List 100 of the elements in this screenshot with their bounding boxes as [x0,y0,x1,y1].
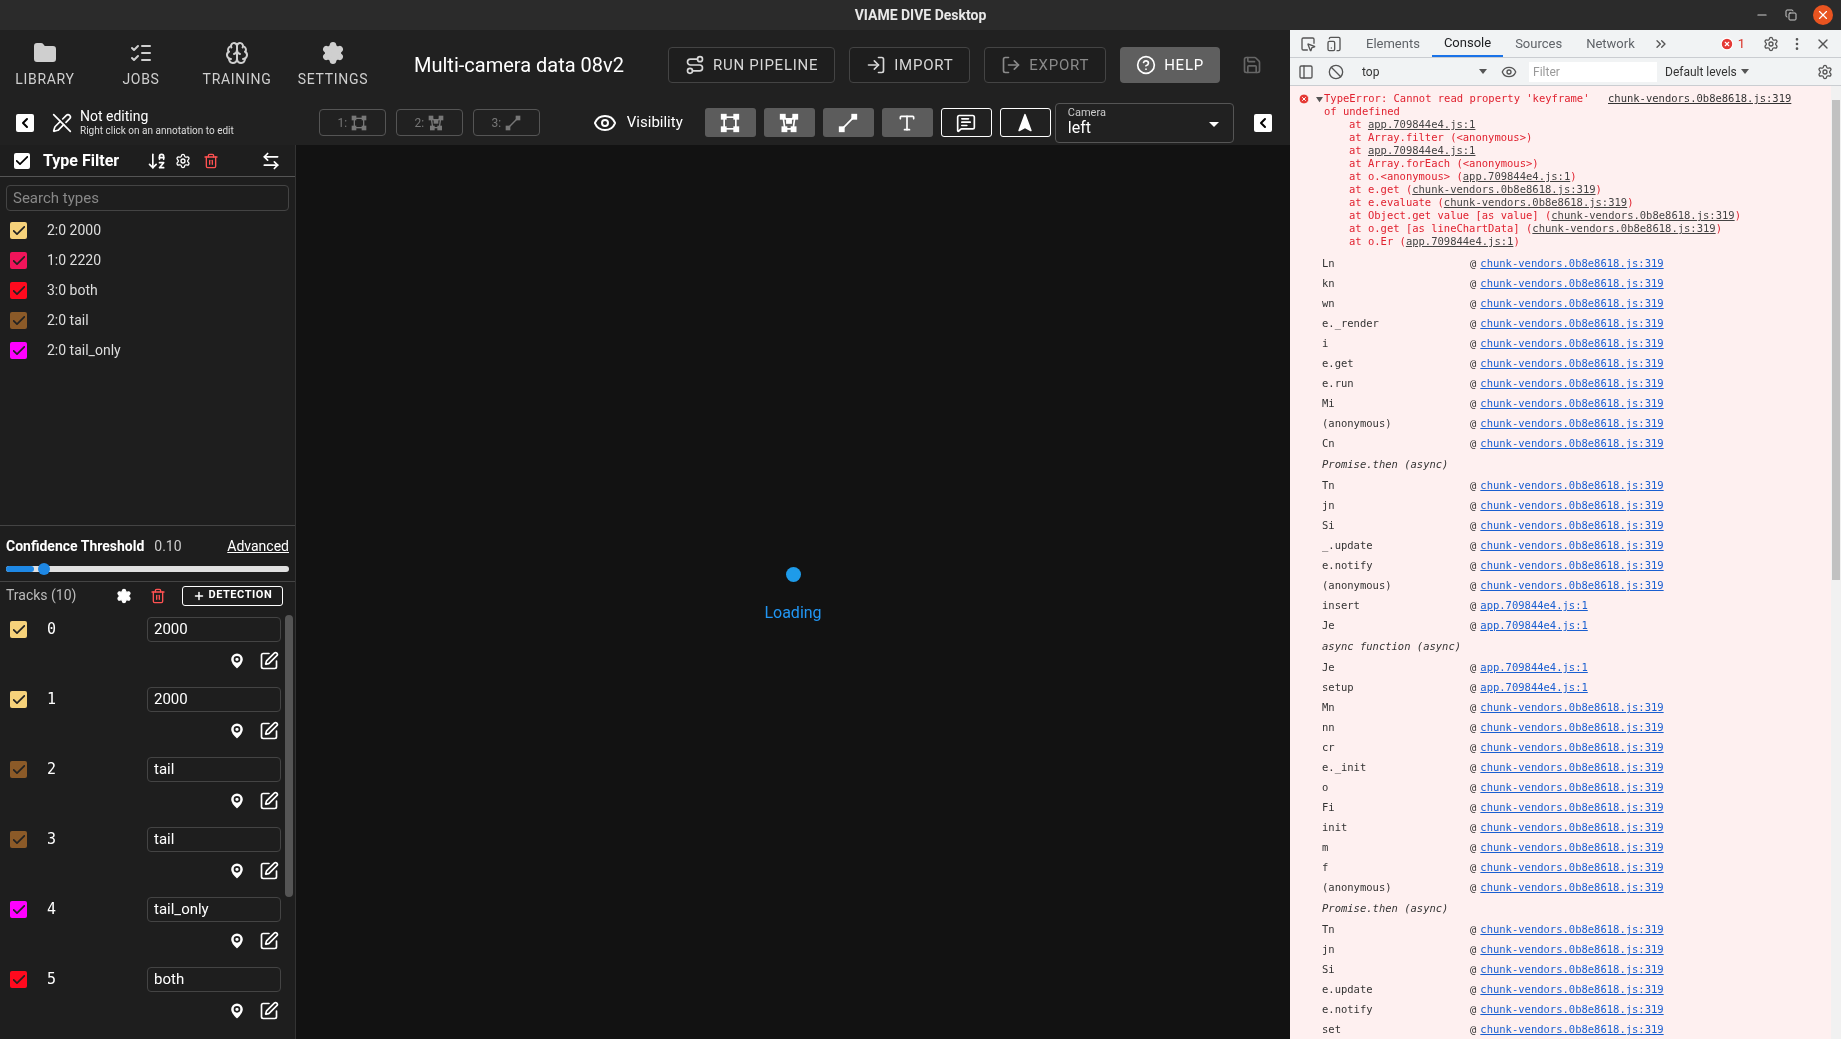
source-link[interactable]: chunk-vendors.0b8e8618.js:319 [1480,578,1664,594]
source-link[interactable]: chunk-vendors.0b8e8618.js:319 [1480,416,1664,432]
devtools-tab[interactable]: Sources [1503,30,1575,57]
swap-icon[interactable] [261,150,281,171]
error-count[interactable]: 1 [1737,33,1745,54]
visibility-toggle[interactable] [822,108,874,137]
devtools-tab[interactable]: Elements [1354,30,1432,57]
track-type-field[interactable]: both [147,967,281,992]
track-checkbox[interactable] [10,621,27,638]
edit-icon[interactable] [259,721,279,741]
track-checkbox[interactable] [10,761,27,778]
toolbar-button[interactable]: IMPORT [849,47,971,83]
visibility-toggle[interactable] [704,108,756,137]
source-link[interactable]: chunk-vendors.0b8e8618.js:319 [1480,720,1664,736]
source-link[interactable]: chunk-vendors.0b8e8618.js:319 [1480,800,1664,816]
sidebar-icon[interactable] [1298,63,1314,80]
source-link[interactable]: chunk-vendors.0b8e8618.js:319 [1480,478,1664,494]
search-field[interactable]: Search types [6,185,289,211]
nav-tab[interactable]: TRAINING [192,34,282,96]
edit-icon[interactable] [259,791,279,811]
toolbar-button[interactable]: RUN PIPELINE [667,47,836,83]
track-checkbox[interactable] [10,901,27,918]
source-link[interactable]: app.709844e4.js:1 [1480,680,1588,696]
source-link[interactable]: chunk-vendors.0b8e8618.js:319 [1480,962,1664,978]
type-checkbox[interactable] [10,281,27,299]
source-link[interactable]: chunk-vendors.0b8e8618.js:319 [1480,558,1664,574]
restore-icon[interactable] [1785,9,1797,21]
source-link[interactable]: chunk-vendors.0b8e8618.js:319 [1480,880,1664,896]
track-type-field[interactable]: 2000 [147,617,281,642]
collapse-button[interactable] [1253,113,1272,132]
scrollbar[interactable] [1831,86,1841,1039]
source-link[interactable]: chunk-vendors.0b8e8618.js:319 [1480,376,1664,392]
settings-icon[interactable] [1817,63,1833,80]
edit-icon[interactable] [259,1001,279,1021]
source-link[interactable]: chunk-vendors.0b8e8618.js:319 [1480,820,1664,836]
add-detection-button[interactable]: DETECTION [182,585,284,606]
type-checkbox[interactable] [10,221,27,239]
filter-field[interactable]: Filter [1529,61,1657,82]
advanced-link[interactable]: Advanced [227,536,289,557]
devtools-tab[interactable]: Network [1574,30,1647,57]
levels-select[interactable]: Default levels [1665,62,1749,81]
source-link[interactable]: chunk-vendors.0b8e8618.js:319 [1480,316,1664,332]
edit-icon[interactable] [259,931,279,951]
expand-triangle-icon[interactable] [1316,96,1323,103]
settings-icon[interactable] [175,152,192,169]
delete-icon[interactable] [203,152,220,169]
delete-icon[interactable] [150,587,167,604]
source-link[interactable]: chunk-vendors.0b8e8618.js:319 [1480,336,1664,352]
source-link[interactable]: chunk-vendors.0b8e8618.js:319 [1480,276,1664,292]
track-checkbox[interactable] [10,831,27,848]
visibility-toggle[interactable] [940,108,992,137]
visibility-toggle[interactable] [999,108,1051,137]
track-checkbox[interactable] [10,691,27,708]
close-button[interactable] [1813,5,1833,25]
track-type-field[interactable]: tail [147,827,281,852]
visibility-toggle[interactable] [881,108,933,137]
settings-icon[interactable] [1763,35,1779,52]
track-type-field[interactable]: tail_only [147,897,281,922]
source-link[interactable]: chunk-vendors.0b8e8618.js:319 [1480,982,1664,998]
inspect-icon[interactable] [1300,35,1316,52]
source-link[interactable]: chunk-vendors.0b8e8618.js:319 [1608,92,1792,105]
scrollbar[interactable] [285,615,293,897]
source-link[interactable]: chunk-vendors.0b8e8618.js:319 [1480,780,1664,796]
confidence-slider[interactable] [6,563,289,575]
source-link[interactable]: chunk-vendors.0b8e8618.js:319 [1480,840,1664,856]
source-link[interactable]: chunk-vendors.0b8e8618.js:319 [1480,498,1664,514]
source-link[interactable]: chunk-vendors.0b8e8618.js:319 [1480,296,1664,312]
context-select[interactable]: top [1356,62,1491,81]
type-checkbox[interactable] [10,251,27,269]
source-link[interactable]: chunk-vendors.0b8e8618.js:319 [1480,1002,1664,1018]
source-link[interactable]: chunk-vendors.0b8e8618.js:319 [1480,922,1664,938]
source-link[interactable]: chunk-vendors.0b8e8618.js:319 [1480,860,1664,876]
source-link[interactable]: chunk-vendors.0b8e8618.js:319 [1480,538,1664,554]
back-button[interactable] [16,113,34,132]
source-link[interactable]: chunk-vendors.0b8e8618.js:319 [1480,1022,1664,1038]
type-checkbox[interactable] [10,311,27,329]
toolbar-button[interactable]: HELP [1120,47,1220,83]
camera-select[interactable]: Camera left [1054,102,1234,143]
visibility-toggle[interactable] [763,108,815,137]
source-link[interactable]: chunk-vendors.0b8e8618.js:319 [1480,356,1664,372]
track-checkbox[interactable] [10,971,27,988]
track-type-field[interactable]: 2000 [147,687,281,712]
source-link[interactable]: chunk-vendors.0b8e8618.js:319 [1480,942,1664,958]
track-type-field[interactable]: tail [147,757,281,782]
source-link[interactable]: app.709844e4.js:1 [1480,598,1588,614]
device-icon[interactable] [1326,35,1342,52]
source-link[interactable]: chunk-vendors.0b8e8618.js:319 [1480,700,1664,716]
edit-icon[interactable] [259,651,279,671]
source-link[interactable]: chunk-vendors.0b8e8618.js:319 [1480,760,1664,776]
source-link[interactable]: app.709844e4.js:1 [1480,660,1588,676]
source-link[interactable]: app.709844e4.js:1 [1480,618,1588,634]
nav-tab[interactable]: LIBRARY [0,34,90,96]
source-link[interactable]: chunk-vendors.0b8e8618.js:319 [1480,256,1664,272]
type-checkbox[interactable] [10,341,27,359]
nav-tab[interactable]: SETTINGS [288,34,378,96]
edit-icon[interactable] [259,861,279,881]
source-link[interactable]: chunk-vendors.0b8e8618.js:319 [1480,740,1664,756]
nav-tab[interactable]: JOBS [96,34,186,96]
source-link[interactable]: chunk-vendors.0b8e8618.js:319 [1480,436,1664,452]
type-filter-checkbox[interactable] [14,152,30,169]
